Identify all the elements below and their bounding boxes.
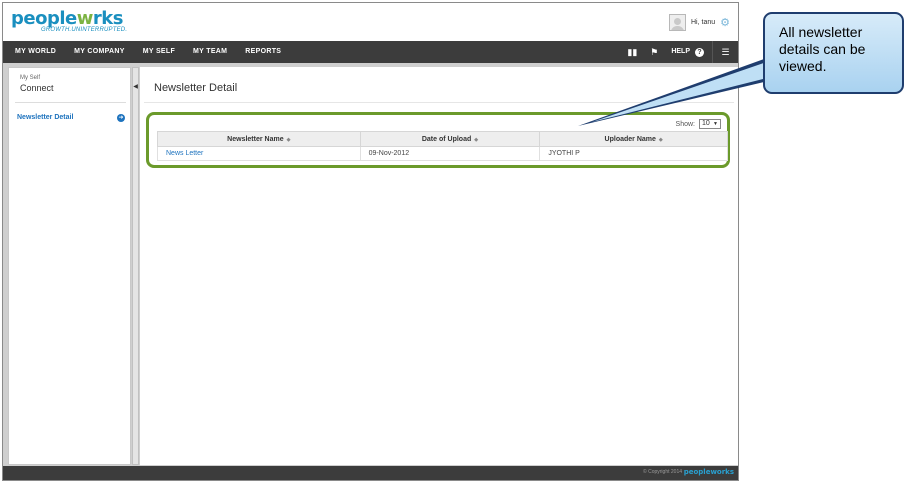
callout-text: All newsletter details can be viewed. <box>779 24 866 74</box>
callout-note: All newsletter details can be viewed. <box>763 12 904 94</box>
